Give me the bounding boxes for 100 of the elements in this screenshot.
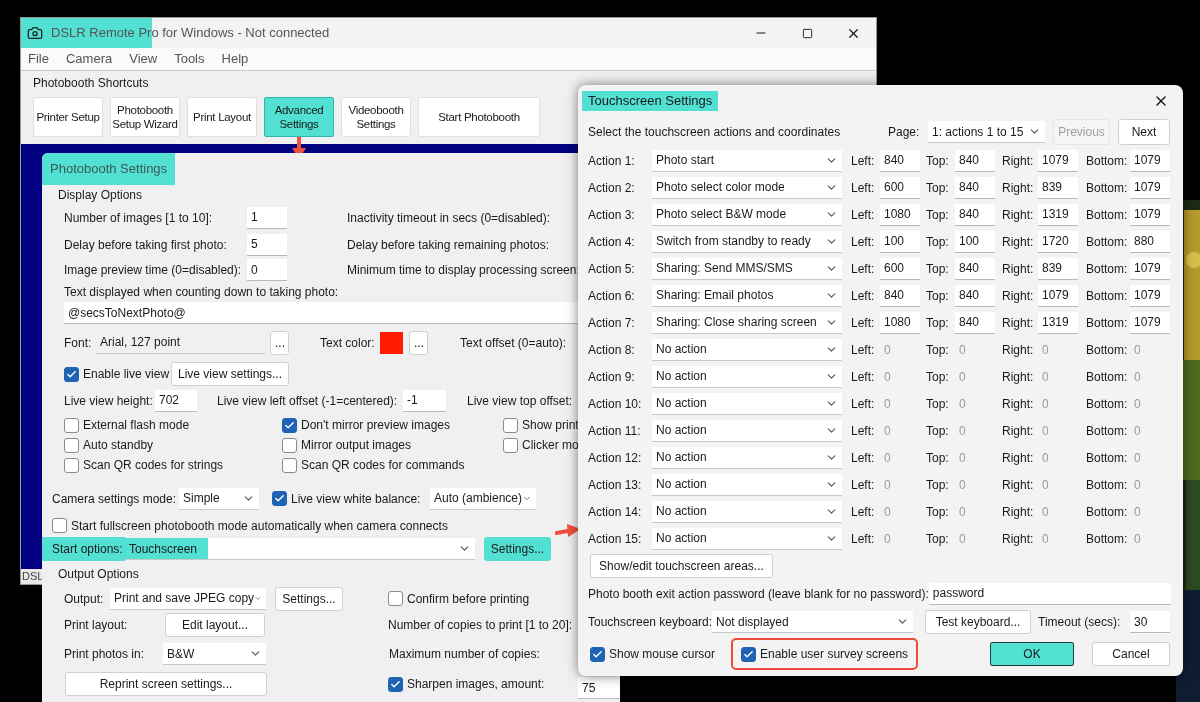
checkbox[interactable] (503, 417, 518, 433)
menu-item[interactable]: Help (221, 49, 249, 69)
input-field[interactable]: 1080 (880, 203, 920, 226)
checkbox[interactable] (388, 591, 403, 606)
dropdown[interactable]: Sharing: Close sharing screen (652, 311, 842, 334)
menu-item[interactable]: File (28, 49, 49, 69)
button[interactable]: Settings... (275, 586, 343, 611)
dropdown[interactable]: Switch from standby to ready (652, 230, 842, 253)
dropdown[interactable]: Not displayed (712, 611, 913, 633)
input-field[interactable]: 880 (1130, 230, 1170, 253)
dropdown[interactable]: Print and save JPEG copy (110, 587, 266, 610)
shortcut-button[interactable]: Start Photobooth (418, 97, 540, 137)
checkbox[interactable] (64, 417, 79, 433)
browse-button[interactable]: ... (409, 330, 428, 355)
dropdown[interactable]: Simple (179, 487, 259, 510)
menu-item[interactable]: Tools (174, 49, 205, 69)
label: Start options: (42, 537, 125, 561)
input-field[interactable]: password (928, 582, 1171, 605)
dropdown[interactable]: Photo start (652, 149, 842, 172)
input-field[interactable]: 100 (955, 230, 995, 253)
input-field[interactable]: 1720 (1038, 230, 1078, 253)
dropdown[interactable]: Sharing: Send MMS/SMS (652, 257, 842, 280)
checkbox[interactable] (282, 437, 297, 453)
input-field[interactable]: 1 (247, 206, 287, 229)
button[interactable]: Edit layout... (165, 613, 265, 637)
input-field[interactable]: 840 (955, 203, 995, 226)
checkbox[interactable] (64, 366, 79, 382)
label: Print layout: (64, 617, 129, 634)
shortcut-button[interactable]: Advanced Settings (264, 97, 334, 137)
checkbox[interactable] (282, 417, 297, 433)
input-field[interactable]: 1079 (1038, 149, 1078, 172)
checkbox[interactable] (282, 457, 297, 473)
checkbox[interactable] (590, 646, 605, 662)
label: Top: (926, 152, 950, 170)
checkbox[interactable] (388, 676, 403, 692)
dropdown[interactable]: Photo select color mode (652, 176, 842, 199)
label: Image preview time (0=disabled): (64, 262, 243, 279)
input-field[interactable]: 100 (880, 230, 920, 253)
label: Right: (1002, 179, 1035, 197)
color-swatch[interactable] (380, 331, 403, 354)
dropdown[interactable]: Auto (ambience) (430, 487, 536, 510)
input-field[interactable]: 839 (1038, 176, 1078, 199)
input-field[interactable]: 840 (880, 149, 920, 172)
checkbox[interactable] (64, 457, 79, 473)
input-field[interactable]: 840 (955, 311, 995, 334)
input-field[interactable]: 600 (880, 176, 920, 199)
input-field[interactable]: 839 (1038, 257, 1078, 280)
input-field[interactable]: 1079 (1038, 284, 1078, 307)
input-field[interactable]: 1079 (1130, 284, 1170, 307)
checkbox[interactable] (503, 437, 518, 453)
input-field[interactable]: 0 (247, 259, 287, 281)
input-field[interactable]: -1 (403, 389, 446, 412)
shortcut-button[interactable]: Print Layout (187, 97, 257, 137)
input-field[interactable]: 1319 (1038, 203, 1078, 226)
menu-item[interactable]: View (129, 49, 158, 69)
ok-button[interactable]: OK (990, 642, 1074, 666)
checkbox[interactable] (272, 491, 287, 506)
button[interactable]: Test keyboard... (925, 610, 1031, 634)
button[interactable]: Show/edit touchscreen areas... (590, 554, 773, 578)
input-field[interactable]: 702 (155, 389, 197, 412)
check-icon (66, 368, 77, 380)
input-field[interactable]: 1079 (1130, 149, 1170, 172)
button[interactable]: Live view settings... (171, 362, 289, 386)
button[interactable]: Settings... (484, 537, 551, 561)
input-field[interactable]: 1079 (1130, 257, 1170, 280)
input-field[interactable]: 840 (955, 176, 995, 199)
input-field[interactable]: 1079 (1130, 203, 1170, 226)
input-field[interactable]: 75 (578, 677, 620, 699)
input-field[interactable]: 5 (247, 233, 287, 256)
button[interactable]: Reprint screen settings... (65, 672, 267, 696)
input-field[interactable]: 1080 (880, 311, 920, 334)
label: Top: (926, 395, 950, 413)
dropdown[interactable]: Touchscreen (125, 538, 475, 560)
shortcut-button[interactable]: Videobooth Settings (341, 97, 411, 137)
menu-item[interactable]: Camera (65, 49, 113, 69)
input-field[interactable]: 840 (955, 149, 995, 172)
shortcut-button[interactable]: Photobooth Setup Wizard (110, 97, 180, 137)
checkbox[interactable] (52, 518, 67, 533)
input-field[interactable]: 840 (955, 257, 995, 280)
browse-button[interactable]: ... (270, 330, 289, 355)
checkbox[interactable] (741, 646, 756, 662)
shortcut-button[interactable]: Printer Setup (33, 97, 103, 137)
label: Top: (926, 503, 950, 521)
input-field[interactable]: 1079 (1130, 311, 1170, 334)
input-field[interactable]: 1319 (1038, 311, 1078, 334)
input-field[interactable]: 840 (955, 284, 995, 307)
input-field[interactable]: 840 (880, 284, 920, 307)
cancel-button[interactable]: Cancel (1092, 642, 1170, 666)
label: Number of images [1 to 10]: (64, 209, 214, 227)
checkbox[interactable] (64, 437, 79, 453)
dropdown[interactable]: B&W (163, 643, 266, 665)
input-field[interactable]: 600 (880, 257, 920, 280)
label: Action 12: (588, 449, 643, 467)
button[interactable]: Next (1118, 119, 1170, 145)
input-field[interactable]: 1079 (1130, 176, 1170, 199)
dropdown[interactable]: Sharing: Email photos (652, 284, 842, 307)
dropdown[interactable]: Photo select B&W mode (652, 203, 842, 226)
label: Delay before taking remaining photos: (347, 236, 550, 254)
input-field[interactable]: 30 (1130, 611, 1170, 633)
dropdown[interactable]: 1: actions 1 to 15 (928, 121, 1045, 143)
